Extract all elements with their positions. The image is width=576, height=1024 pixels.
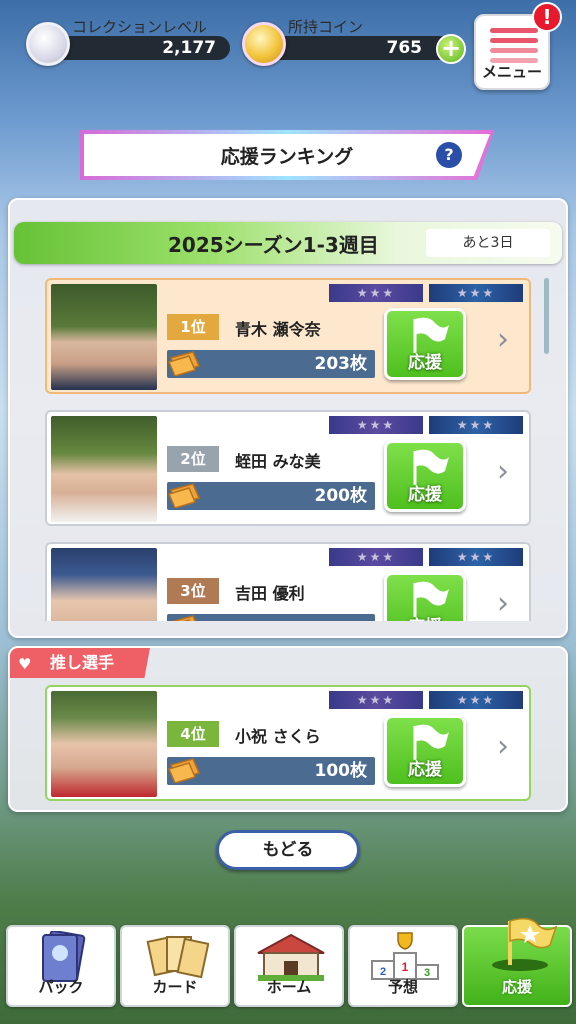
cheer-label: 応援 — [408, 353, 442, 373]
ticket-icon — [171, 615, 196, 621]
rarity-stars: ★★★ — [329, 416, 423, 434]
ranking-item[interactable]: ★★★ ★★★ 1位 青木 瀬令奈 203枚 応援 › — [45, 278, 531, 394]
back-button[interactable]: もどる — [216, 830, 360, 870]
player-photo — [51, 416, 157, 522]
alert-badge: ! — [532, 2, 562, 32]
player-photo — [51, 548, 157, 621]
player-photo — [51, 691, 157, 797]
rank-badge: 2位 — [167, 446, 219, 472]
svg-text:1: 1 — [402, 960, 409, 974]
cheer-button[interactable]: 応援 — [384, 308, 466, 380]
list-scrollbar[interactable] — [544, 278, 549, 354]
nav-pack[interactable]: パック — [6, 925, 116, 1007]
chevron-right-icon[interactable]: › — [497, 322, 509, 357]
coin-icon — [242, 22, 286, 66]
cheer-button[interactable]: 応援 — [384, 440, 466, 512]
crest-icon — [26, 22, 70, 66]
collection-level-stat: 2,177 コレクションレベル — [26, 18, 230, 66]
flag-icon — [492, 918, 558, 971]
nav-cards[interactable]: カード — [120, 925, 230, 1007]
chevron-right-icon[interactable]: › — [497, 729, 509, 764]
player-name: 青木 瀬令奈 — [235, 320, 321, 339]
nav-home[interactable]: ホーム — [234, 925, 344, 1007]
ticket-icon — [167, 758, 201, 783]
chevron-right-icon[interactable]: › — [497, 586, 509, 621]
rarity-stars: ★★★ — [429, 416, 523, 434]
nav-cheer-label: 応援 — [501, 978, 532, 996]
rank-badge: 3位 — [167, 578, 219, 604]
rarity-stars: ★★★ — [329, 548, 423, 566]
nav-prediction-label: 予想 — [387, 978, 418, 996]
rarity-stars: ★★★ — [429, 548, 523, 566]
favorite-item[interactable]: ★★★ ★★★ 4位 小祝 さくら 100枚 応援 › — [45, 685, 531, 801]
remaining-days: あと3日 — [426, 229, 550, 257]
nav-pack-label: パック — [38, 978, 84, 996]
rank-badge: 1位 — [167, 314, 219, 340]
cheer-label: 応援 — [387, 612, 463, 621]
rarity-stars: ★★★ — [329, 691, 423, 709]
rarity-stars: ★★★ — [429, 691, 523, 709]
ranking-item[interactable]: ★★★ ★★★ 2位 蛭田 みな美 200枚 応援 › — [45, 410, 531, 526]
player-name: 小祝 さくら — [235, 727, 321, 746]
coin-label: 所持コイン — [288, 18, 364, 36]
rarity-stars: ★★★ — [429, 284, 523, 302]
menu-lines-icon — [490, 28, 538, 33]
nav-home-label: ホーム — [266, 978, 312, 996]
player-name: 吉田 優利 — [235, 584, 305, 603]
nav-cheer[interactable]: 応援 — [462, 918, 572, 1007]
collection-level-value: 2,177 — [162, 38, 216, 58]
help-button[interactable]: ? — [436, 142, 462, 168]
nav-cards-label: カード — [152, 978, 198, 996]
cheer-button[interactable]: 応援 — [384, 715, 466, 787]
heart-icon: ♥ — [18, 655, 32, 673]
menu-label: メニュー — [481, 63, 542, 81]
cheer-label: 応援 — [408, 485, 442, 505]
season-label: 2025シーズン1-3週目 — [168, 233, 379, 257]
ticket-icon — [167, 483, 201, 508]
title-banner: 応援ランキング — [84, 134, 490, 176]
page-title: 応援ランキング — [220, 146, 354, 168]
coin-value: 765 — [386, 38, 423, 58]
coin-bar: 765 — [268, 36, 452, 60]
ranking-list[interactable]: ★★★ ★★★ 1位 青木 瀬令奈 203枚 応援 › ★★★ ★★★ 2位 蛭… — [40, 276, 550, 621]
rarity-stars: ★★★ — [329, 284, 423, 302]
collection-level-label: コレクションレベル — [72, 18, 208, 36]
player-name: 蛭田 みな美 — [235, 452, 321, 471]
coin-stat: 765 所持コイン + — [242, 18, 466, 66]
cheer-button[interactable]: 応援 — [384, 572, 466, 621]
player-photo — [51, 284, 157, 390]
ranking-item[interactable]: ★★★ ★★★ 3位 吉田 優利 応援 › — [45, 542, 531, 621]
cheer-label: 応援 — [408, 760, 442, 780]
rank-badge: 4位 — [167, 721, 219, 747]
add-coin-button[interactable]: + — [436, 34, 466, 64]
ticket-icon — [167, 351, 201, 376]
collection-level-bar: 2,177 — [52, 36, 230, 60]
chevron-right-icon[interactable]: › — [497, 454, 509, 489]
nav-prediction[interactable]: 1 2 3 予想 — [348, 925, 458, 1007]
